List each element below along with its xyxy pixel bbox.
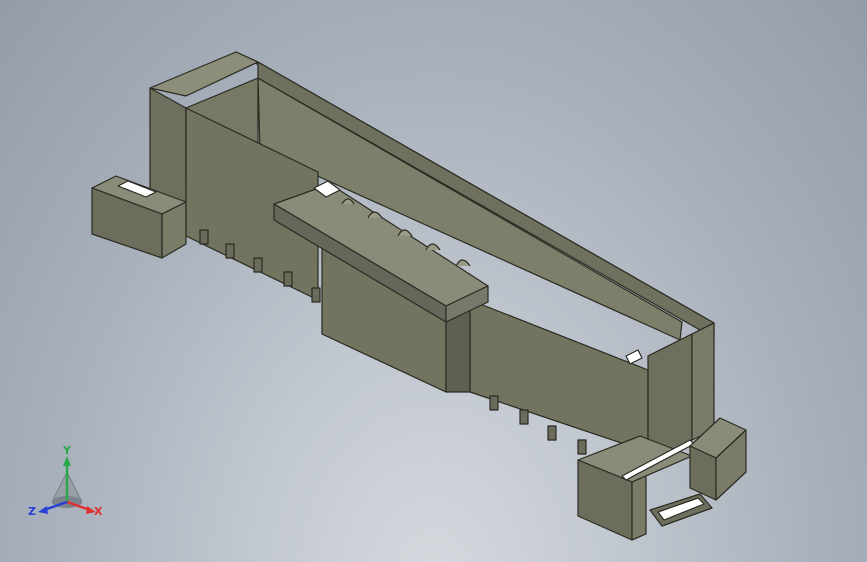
pin-ridge-4 [425, 243, 441, 251]
orientation-triad: Y X Z [28, 444, 103, 518]
solder-tail [519, 409, 529, 425]
solder-tail [199, 229, 209, 245]
solder-tail [489, 395, 499, 411]
connector-model[interactable] [0, 0, 867, 562]
3d-viewport[interactable]: Y X Z [0, 0, 867, 562]
solder-tail [547, 425, 557, 441]
pin-ridge-5 [455, 259, 471, 267]
y-axis-label: Y [62, 444, 72, 457]
right-end-wall-side [691, 322, 715, 441]
z-axis-label: Z [28, 505, 36, 518]
z-axis-arrow [38, 506, 48, 514]
solder-tail [225, 243, 235, 259]
solder-tail [283, 271, 293, 287]
x-axis-label: X [94, 505, 103, 518]
front-face-right [469, 299, 649, 453]
solder-tail [577, 439, 587, 455]
solder-tail [253, 257, 263, 273]
right-end-window [625, 349, 643, 365]
right-foot-side [631, 475, 647, 541]
solder-tail [311, 287, 321, 303]
y-axis-arrow [63, 456, 71, 466]
